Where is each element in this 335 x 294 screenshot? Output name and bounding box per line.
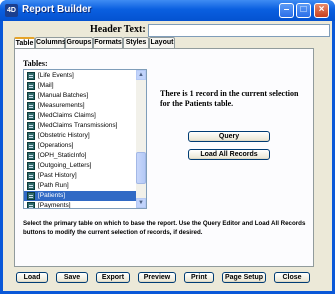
table-icon — [27, 102, 35, 110]
list-scrollbar[interactable]: ▲ ▼ — [136, 70, 146, 208]
tab-columns[interactable]: Columns — [35, 37, 66, 48]
help-text: Select the primary table on which to bas… — [23, 220, 306, 236]
load-all-records-button[interactable]: Load All Records — [188, 149, 270, 160]
close-window-button[interactable]: × — [314, 3, 329, 18]
list-item[interactable]: [Manual Batches] — [24, 91, 138, 101]
list-item-label: [Past History] — [38, 172, 77, 179]
list-item-label: [Measurements] — [38, 102, 85, 109]
list-item-label: [Mail] — [38, 82, 54, 89]
table-icon — [27, 182, 35, 190]
list-item[interactable]: [Life Events] — [24, 71, 138, 81]
tab-formats[interactable]: Formats — [93, 37, 123, 48]
table-icon — [27, 122, 35, 130]
load-button[interactable]: Load — [16, 272, 48, 283]
window-title: Report Builder — [22, 4, 92, 15]
list-item[interactable]: [Payments] — [24, 201, 138, 209]
list-item[interactable]: [OPH_StaticInfo] — [24, 151, 138, 161]
list-item-label: [Payments] — [38, 202, 71, 209]
window-client-area: Header Text: Table Columns Groups Format… — [3, 21, 332, 291]
list-item-label: [Obstetric History] — [38, 132, 90, 139]
list-item-label: [Manual Batches] — [38, 92, 89, 99]
record-selection-info: There is 1 record in the current selecti… — [160, 89, 299, 108]
list-item[interactable]: [Obstetric History] — [24, 131, 138, 141]
list-item[interactable]: [Outgoing_Letters] — [24, 161, 138, 171]
list-item[interactable]: [Operations] — [24, 141, 138, 151]
tab-groups[interactable]: Groups — [65, 37, 93, 48]
list-item[interactable]: [MedClaims Transmissions] — [24, 121, 138, 131]
list-item[interactable]: [MedClaims Claims] — [24, 111, 138, 121]
table-icon — [27, 172, 35, 180]
maximize-button[interactable]: □ — [296, 3, 311, 18]
list-item[interactable]: [Path Run] — [24, 181, 138, 191]
list-item-label: [MedClaims Transmissions] — [38, 122, 118, 129]
app-icon: 4D — [5, 4, 18, 17]
save-button[interactable]: Save — [56, 272, 88, 283]
print-button[interactable]: Print — [184, 272, 214, 283]
query-button[interactable]: Query — [188, 131, 270, 142]
export-button[interactable]: Export — [96, 272, 130, 283]
table-icon — [27, 132, 35, 140]
table-icon — [27, 142, 35, 150]
scroll-thumb[interactable] — [136, 152, 146, 184]
list-item-label: [MedClaims Claims] — [38, 112, 96, 119]
scroll-up-icon[interactable]: ▲ — [136, 70, 146, 80]
list-item-selected[interactable]: [Patients] — [24, 191, 138, 201]
header-text-input[interactable] — [148, 24, 330, 37]
header-text-label: Header Text: — [90, 24, 146, 35]
table-icon — [27, 192, 35, 200]
report-builder-window: 4D Report Builder – □ × Header Text: Tab… — [0, 0, 335, 294]
list-item-label: [Life Events] — [38, 72, 74, 79]
table-icon — [27, 112, 35, 120]
list-item-label: [OPH_StaticInfo] — [38, 152, 87, 159]
table-icon — [27, 72, 35, 80]
list-item-label: [Path Run] — [38, 182, 69, 189]
minimize-button[interactable]: – — [279, 3, 294, 18]
scroll-down-icon[interactable]: ▼ — [136, 198, 146, 208]
list-item-label: [Outgoing_Letters] — [38, 162, 92, 169]
list-item-label: [Operations] — [38, 142, 74, 149]
tab-layout[interactable]: Layout — [149, 37, 175, 48]
table-icon — [27, 202, 35, 208]
table-icon — [27, 162, 35, 170]
list-item-label: [Patients] — [38, 192, 66, 199]
table-tab-panel: Tables: [Life Events] [Mail] [Manual Bat… — [14, 48, 314, 267]
preview-button[interactable]: Preview — [138, 272, 176, 283]
table-icon — [27, 82, 35, 90]
close-button[interactable]: Close — [274, 272, 310, 283]
table-icon — [27, 92, 35, 100]
list-item[interactable]: [Past History] — [24, 171, 138, 181]
tables-listbox[interactable]: [Life Events] [Mail] [Manual Batches] [M… — [23, 69, 147, 209]
title-bar[interactable]: 4D Report Builder – □ × — [0, 0, 335, 21]
table-icon — [27, 152, 35, 160]
tab-styles[interactable]: Styles — [123, 37, 149, 48]
tables-label: Tables: — [23, 59, 48, 68]
list-item[interactable]: [Mail] — [24, 81, 138, 91]
list-item[interactable]: [Measurements] — [24, 101, 138, 111]
page-setup-button[interactable]: Page Setup — [222, 272, 266, 283]
